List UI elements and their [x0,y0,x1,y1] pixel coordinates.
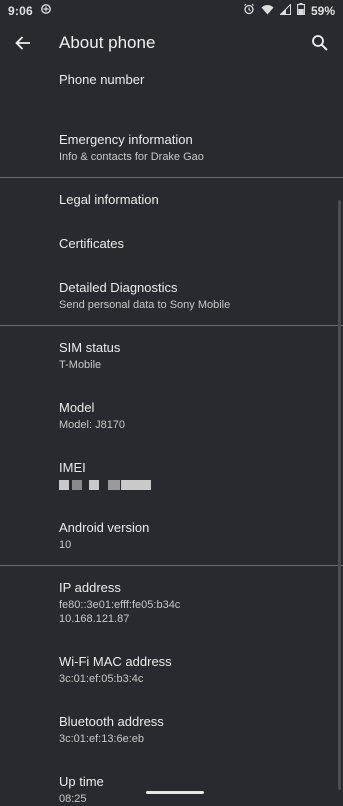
item-certificates[interactable]: Certificates [59,236,329,252]
item-wifi-mac-address[interactable]: Wi-Fi MAC address 3c:01:ef:05:b3:4c [59,654,329,686]
item-subtitle: Model: J8170 [59,419,126,431]
wifi-icon [261,4,274,18]
item-subtitle: 3c:01:ef:05:b3:4c [59,673,144,685]
redacted-block [121,480,151,490]
item-legal-information[interactable]: Legal information [59,192,329,208]
item-subtitle: fe80::3e01:efff:fe05:b34c [59,599,181,611]
item-title: Detailed Diagnostics [59,280,178,295]
item-title: Phone number [59,72,145,87]
signal-icon [279,2,291,18]
item-ip-address[interactable]: IP address fe80::3e01:efff:fe05:b34c 10.… [59,580,329,626]
item-subtitle: 3c:01:ef:13:6e:eb [59,733,145,745]
search-button[interactable] [307,30,333,56]
redacted-block [89,480,99,490]
item-phone-number[interactable]: Phone number [59,72,329,88]
page-title: About phone [59,33,156,52]
item-title: Bluetooth address [59,714,164,729]
item-title: Model [59,400,95,415]
item-title: Up time [59,774,104,789]
item-detailed-diagnostics[interactable]: Detailed Diagnostics Send personal data … [59,280,329,312]
redacted-block [108,480,120,490]
item-subtitle: Info & contacts for Drake Gao [59,151,204,163]
battery-icon [297,3,305,18]
item-subtitle: 10 [59,539,72,551]
home-indicator[interactable] [146,791,204,794]
item-subtitle: Send personal data to Sony Mobile [59,299,231,311]
sync-icon [40,3,52,15]
item-title: Emergency information [59,132,193,147]
item-subtitle: 08:25 [59,793,87,805]
battery-percentage: 59% [310,3,335,18]
item-emergency-information[interactable]: Emergency information Info & contacts fo… [59,132,329,164]
item-imei[interactable]: IMEI [59,460,329,476]
divider [0,177,343,178]
item-subtitle-secondary: 10.168.121.87 [59,613,130,625]
scrollbar[interactable] [338,200,341,790]
status-time: 9:06 [8,4,33,18]
item-title: Legal information [59,192,159,207]
item-android-version[interactable]: Android version 10 [59,520,329,552]
item-title: IP address [59,580,121,595]
item-sim-status[interactable]: SIM status T-Mobile [59,340,329,372]
item-title: Wi-Fi MAC address [59,654,172,669]
item-model[interactable]: Model Model: J8170 [59,400,329,432]
item-title: Android version [59,520,150,535]
item-title: SIM status [59,340,121,355]
item-subtitle: T-Mobile [59,359,102,371]
alarm-icon [243,3,255,18]
item-title: IMEI [59,460,86,475]
status-bar: 9:06 59% [0,0,343,22]
back-button[interactable] [10,30,36,56]
search-icon [312,35,328,51]
divider [0,565,343,566]
item-bluetooth-address[interactable]: Bluetooth address 3c:01:ef:13:6e:eb [59,714,329,746]
redacted-block [59,480,69,490]
item-title: Certificates [59,236,125,251]
app-bar: About phone [0,22,343,64]
redacted-block [72,480,82,490]
divider [0,325,343,326]
status-icons: 59% [243,2,335,18]
item-up-time[interactable]: Up time 08:25 [59,774,329,806]
back-arrow-icon [15,36,30,50]
